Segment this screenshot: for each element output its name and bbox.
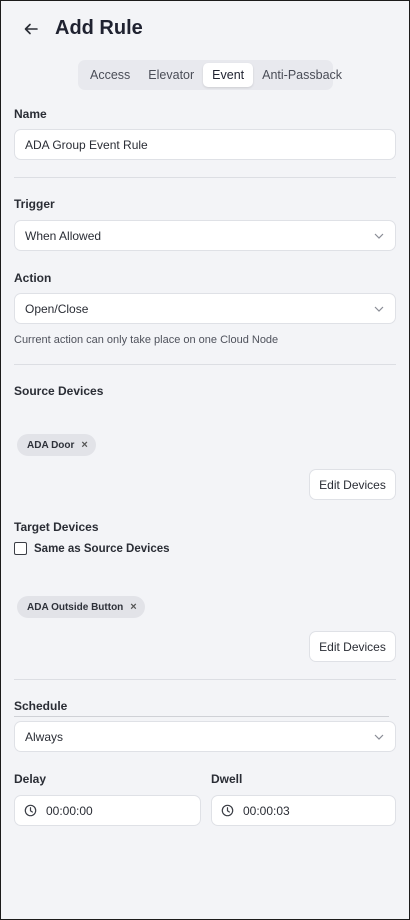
trigger-label: Trigger <box>14 197 55 211</box>
tab-access[interactable]: Access <box>81 63 139 87</box>
delay-value: 00:00:00 <box>46 803 93 818</box>
chevron-down-icon <box>373 303 385 315</box>
rule-type-tabs: Access Elevator Event Anti-Passback <box>78 60 342 90</box>
chevron-down-icon <box>373 731 385 743</box>
target-devices-label: Target Devices <box>14 520 99 534</box>
same-as-source-checkbox[interactable] <box>14 542 27 555</box>
delay-input[interactable]: 00:00:00 <box>14 795 201 826</box>
page-title: Add Rule <box>55 17 143 39</box>
source-devices-label: Source Devices <box>14 384 104 398</box>
schedule-value: Always <box>25 729 64 744</box>
action-helper-text: Current action can only take place on on… <box>14 334 279 346</box>
trigger-value: When Allowed <box>25 228 102 243</box>
dwell-label: Dwell <box>211 772 243 786</box>
target-device-chip: ADA Outside Button × <box>17 596 145 618</box>
chip-label: ADA Door <box>27 439 75 451</box>
divider <box>14 679 396 680</box>
dwell-input[interactable]: 00:00:03 <box>211 795 396 826</box>
same-as-source-label: Same as Source Devices <box>34 542 170 555</box>
chevron-down-icon <box>373 230 385 242</box>
tab-anti-passback[interactable]: Anti-Passback <box>253 63 351 87</box>
chip-label: ADA Outside Button <box>27 601 124 613</box>
schedule-select[interactable]: Always <box>14 721 396 752</box>
divider <box>14 177 396 178</box>
action-value: Open/Close <box>25 301 89 316</box>
edit-source-devices-button[interactable]: Edit Devices <box>309 469 396 500</box>
action-select[interactable]: Open/Close <box>14 293 396 324</box>
back-button[interactable] <box>20 18 42 40</box>
trigger-select[interactable]: When Allowed <box>14 220 396 251</box>
close-icon[interactable]: × <box>81 439 87 451</box>
tab-elevator[interactable]: Elevator <box>139 63 203 87</box>
edit-target-devices-button[interactable]: Edit Devices <box>309 631 396 662</box>
name-input[interactable]: ADA Group Event Rule <box>14 129 396 160</box>
schedule-underline <box>14 716 389 717</box>
close-icon[interactable]: × <box>130 601 136 613</box>
clock-icon <box>24 804 37 817</box>
action-label: Action <box>14 271 52 285</box>
same-as-source-row: Same as Source Devices <box>14 542 170 555</box>
schedule-label: Schedule <box>14 699 68 713</box>
name-label: Name <box>14 107 47 121</box>
clock-icon <box>221 804 234 817</box>
delay-label: Delay <box>14 772 47 786</box>
divider <box>14 364 396 365</box>
tab-event[interactable]: Event <box>203 63 254 87</box>
name-value: ADA Group Event Rule <box>25 137 148 152</box>
dwell-value: 00:00:03 <box>243 803 290 818</box>
source-device-chip: ADA Door × <box>17 434 96 456</box>
arrow-left-icon <box>24 23 38 35</box>
